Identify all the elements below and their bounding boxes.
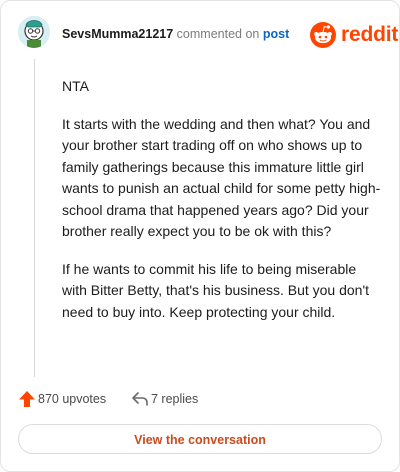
comment-meta: SevsMumma21217 commented on post — [62, 26, 289, 42]
comment-paragraph: NTA — [62, 78, 89, 94]
avatar-image — [18, 16, 50, 48]
view-conversation-button[interactable]: View the conversation — [18, 424, 382, 454]
reply-count[interactable]: 7 replies — [151, 392, 198, 406]
reply-arrow-icon[interactable] — [131, 391, 149, 407]
action-text: commented on — [176, 27, 260, 41]
comment-paragraph: If he wants to commit his life to being … — [62, 260, 370, 320]
post-link[interactable]: post — [263, 27, 289, 41]
upvote-arrow-icon[interactable] — [18, 390, 36, 408]
thread-line — [34, 59, 35, 377]
reddit-logo[interactable]: reddit — [309, 20, 398, 50]
comment-paragraph: It starts with the wedding and then what… — [62, 115, 381, 240]
reddit-wordmark: reddit — [341, 23, 399, 46]
comment-body: NTA It starts with the wedding and then … — [62, 76, 384, 339]
upvote-count: 870 upvotes — [38, 392, 107, 406]
comment-header: SevsMumma21217 commented on post reddit — [1, 1, 399, 67]
comment-actions: 870 upvotes 7 replies — [18, 389, 378, 409]
username[interactable]: SevsMumma21217 — [62, 27, 173, 41]
comment-card: SevsMumma21217 commented on post reddit … — [0, 0, 400, 472]
avatar[interactable] — [18, 16, 50, 48]
reddit-logo-icon — [310, 22, 336, 48]
